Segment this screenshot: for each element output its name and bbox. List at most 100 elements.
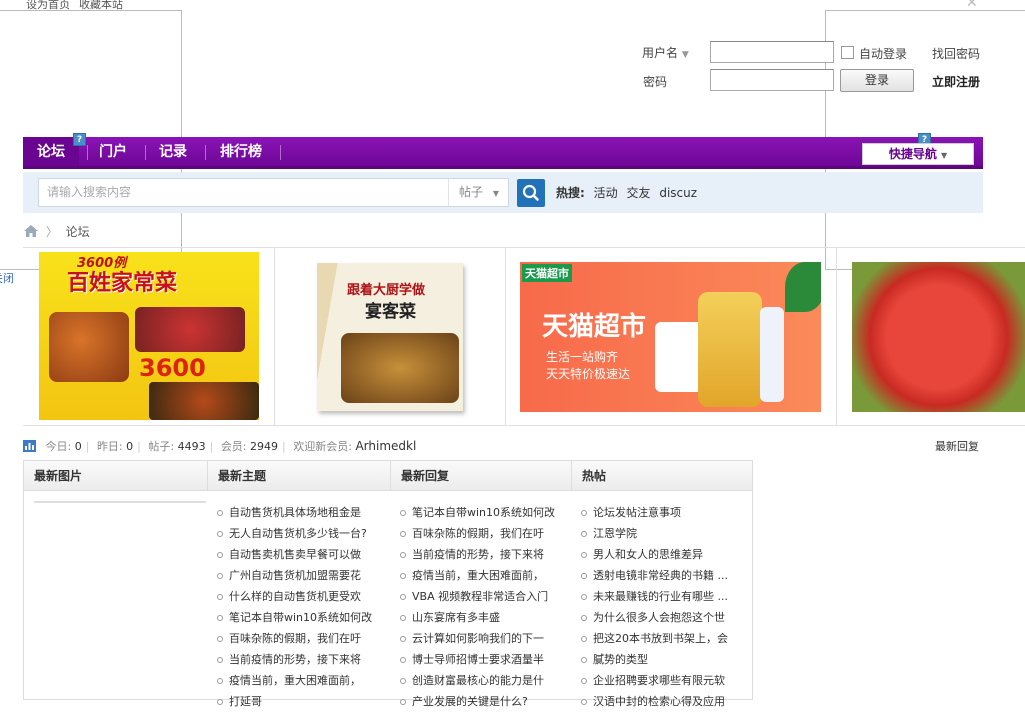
hot-term[interactable]: 交友 <box>626 186 650 200</box>
list-item[interactable]: 自动售货机具体场地租金是 <box>217 502 387 523</box>
hot-term[interactable]: discuz <box>659 186 697 200</box>
col-header-latest-images: 最新图片 <box>24 461 207 491</box>
ad3-line-2: 天天特价极速达 <box>546 367 631 381</box>
list-item[interactable]: 企业招聘要求哪些有限元软 <box>581 670 747 691</box>
list-item[interactable]: 江恩学院 <box>581 523 747 544</box>
nav-item-forum[interactable]: 论坛 <box>23 137 79 166</box>
auto-login-label: 自动登录 <box>859 47 908 61</box>
ad2-title: 跟着大厨学做 <box>347 283 426 298</box>
ad-image-book: 跟着大厨学做 宴客菜 <box>317 263 463 411</box>
caret-down-icon: ▼ <box>941 151 948 160</box>
food-image <box>341 333 459 403</box>
forum-stats: 今日: 0 | 昨日: 0 | 帖子: 4493 | 会员: 2949 | 欢迎新会员:… <box>23 438 416 454</box>
username-input[interactable] <box>710 41 834 63</box>
chevron-down-icon[interactable]: ▼ <box>682 50 689 60</box>
nav-divider <box>145 145 146 160</box>
list-item[interactable]: 当前疫情的形势，接下来将 <box>400 544 570 565</box>
find-password-link[interactable]: 找回密码 <box>932 45 980 62</box>
ad1-title: 百姓家常菜 <box>67 271 178 296</box>
list-item[interactable]: 百味杂陈的假期，我们在吁 <box>217 628 387 649</box>
list-item[interactable]: 膩势的类型 <box>581 649 747 670</box>
auto-login-checkbox[interactable] <box>841 46 854 59</box>
ad-close-left[interactable]: 关闭 <box>0 270 14 286</box>
nav-item-ranking[interactable]: 排行榜 <box>220 137 262 166</box>
list-item[interactable]: 当前疫情的形势，接下来将 <box>217 649 387 670</box>
search-scope-select[interactable]: 帖子 ▼ <box>448 178 509 207</box>
leaf-image <box>785 262 821 312</box>
list-item[interactable]: 汉语中封的检索心得及应用 <box>581 691 747 712</box>
caret-down-icon: ▼ <box>492 189 499 198</box>
list-item[interactable]: VBA 视频教程非常适合入门 <box>400 586 570 607</box>
nav-divider <box>87 145 88 160</box>
nav-divider <box>280 145 281 160</box>
latest-reply-link[interactable]: 最新回复 <box>935 438 979 454</box>
col-header-latest-replies: 最新回复 <box>391 461 571 491</box>
col-header-hot-posts: 热帖 <box>572 461 752 491</box>
list-item[interactable]: 疫情当前，重大困难面前， <box>217 670 387 691</box>
hot-search: 热搜: 活动 交友 discuz <box>556 184 697 201</box>
list-item[interactable]: 创造财富最核心的能力是什 <box>400 670 570 691</box>
hot-term[interactable]: 活动 <box>594 186 618 200</box>
hot-search-label: 热搜: <box>556 186 585 200</box>
ad-slot-3[interactable]: 天猫超市 天猫超市 生活一站购齐 天天特价极速达 <box>506 248 837 426</box>
home-icon[interactable] <box>24 225 38 237</box>
list-item[interactable]: 把这20本书放到书架上，会 <box>581 628 747 649</box>
ad-slot-2[interactable]: 跟着大厨学做 宴客菜 <box>275 248 506 426</box>
list-item[interactable]: 笔记本自带win10系统如何改 <box>400 502 570 523</box>
list-item[interactable]: 什么样的自动售货机更受欢 <box>217 586 387 607</box>
list-item[interactable]: 为什么很多人会抱怨这个世 <box>581 607 747 628</box>
food-image <box>149 382 259 420</box>
hot-posts-list: 论坛发帖注意事项 江恩学院 男人和女人的思维差异 透射电镜非常经典的书籍 ... 未来最… <box>581 502 747 712</box>
list-item[interactable]: 产业发展的关键是什么? <box>400 691 570 712</box>
list-item[interactable]: 云计算如何影响我们的下一 <box>400 628 570 649</box>
list-item[interactable]: 透射电镜非常经典的书籍 ... <box>581 565 747 586</box>
ad3-logo: 天猫超市 <box>522 264 572 282</box>
latest-replies-list: 笔记本自带win10系统如何改 百味杂陈的假期，我们在吁 当前疫情的形势，接下来将疫… <box>400 502 570 712</box>
nav-divider <box>205 145 206 160</box>
ad1-number: 3600 <box>139 354 206 382</box>
image-placeholder <box>34 501 206 503</box>
list-item[interactable]: 广州自动售货机加盟需要花 <box>217 565 387 586</box>
username-label: 用户名 ▼ <box>642 46 689 60</box>
breadcrumb-current[interactable]: 论坛 <box>66 225 90 239</box>
search-icon <box>522 184 539 201</box>
ad-image-apple <box>852 262 1025 412</box>
quick-nav-button[interactable]: 快捷导航 ▼ <box>862 143 974 165</box>
breadcrumb-separator: 〉 <box>45 225 58 239</box>
list-item[interactable]: 无人自动售货机多少钱一台? <box>217 523 387 544</box>
list-item[interactable]: 百味杂陈的假期，我们在吁 <box>400 523 570 544</box>
password-input[interactable] <box>710 69 834 91</box>
main-nav: 论坛 门户 记录 排行榜 <box>23 137 983 169</box>
search-button[interactable] <box>517 179 545 207</box>
nav-item-records[interactable]: 记录 <box>159 137 187 166</box>
list-item[interactable]: 博士导师招博士要求酒量半 <box>400 649 570 670</box>
ad-slot-4[interactable] <box>837 248 1025 426</box>
chart-icon <box>23 440 36 452</box>
divider <box>23 425 1025 426</box>
col-header-latest-topics: 最新主题 <box>208 461 390 491</box>
forum-grid: 最新图片 最新主题 最新回复 热帖 自动售货机具体场地租金是 无人自动售货机多少钱… <box>23 460 753 708</box>
list-item[interactable]: 论坛发帖注意事项 <box>581 502 747 523</box>
ad2-subtitle: 宴客菜 <box>365 302 416 322</box>
new-member-link[interactable]: Arhimedkl <box>355 439 416 453</box>
list-item[interactable]: 笔记本自带win10系统如何改 <box>217 607 387 628</box>
breadcrumb: 〉 论坛 <box>24 223 90 240</box>
ad-slot-1[interactable]: 3600例 百姓家常菜 3600 <box>23 248 275 426</box>
login-button[interactable]: 登录 <box>840 69 914 92</box>
register-link[interactable]: 立即注册 <box>932 73 980 90</box>
food-image <box>49 312 129 382</box>
nav-item-portal[interactable]: 门户 <box>99 137 127 166</box>
ad3-line-1: 生活一站购齐 <box>546 350 619 364</box>
list-item[interactable]: 打延哥 <box>217 691 387 712</box>
food-image <box>135 307 245 352</box>
ad-image-cookbook: 3600例 百姓家常菜 3600 <box>39 252 259 420</box>
list-item[interactable]: 男人和女人的思维差异 <box>581 544 747 565</box>
help-badge-icon[interactable]: ? <box>73 133 86 146</box>
list-item[interactable]: 未来最赚钱的行业有哪些 ... <box>581 586 747 607</box>
list-item[interactable]: 自动售卖机售卖早餐可以做 <box>217 544 387 565</box>
ad-image-tmall: 天猫超市 天猫超市 生活一站购齐 天天特价极速达 <box>520 262 821 412</box>
list-item[interactable]: 疫情当前，重大困难面前， <box>400 565 570 586</box>
search-input[interactable]: 请输入搜索内容 <box>38 178 449 207</box>
ad3-brand: 天猫超市 <box>542 312 647 342</box>
list-item[interactable]: 山东宴席有多丰盛 <box>400 607 570 628</box>
